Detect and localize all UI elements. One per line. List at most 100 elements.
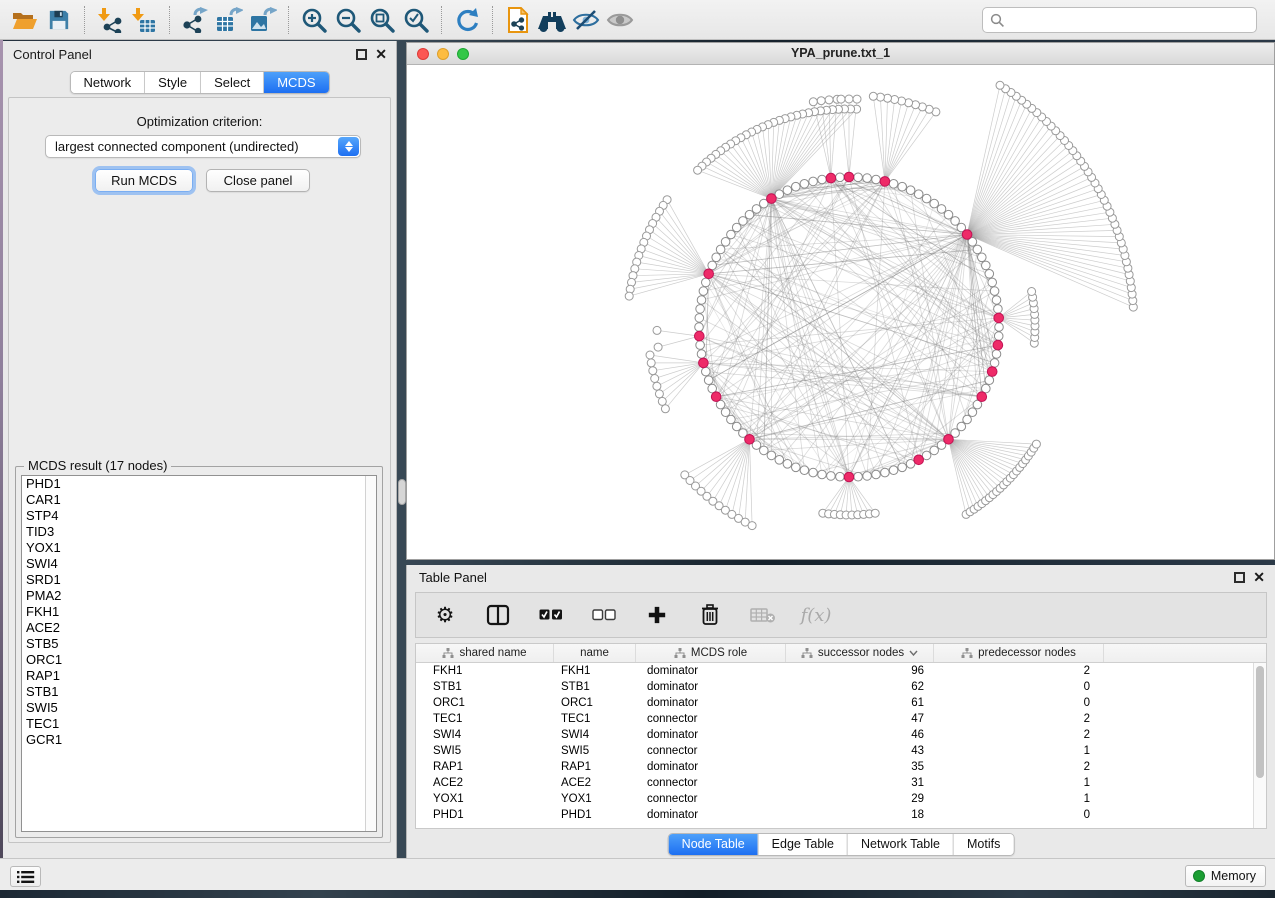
mcds-result-item[interactable]: SWI4 (22, 556, 376, 572)
mcds-result-item[interactable]: RAP1 (22, 668, 376, 684)
network-node[interactable] (854, 472, 863, 481)
table-cell[interactable]: STB1 (554, 679, 636, 695)
leaf-node[interactable] (694, 166, 702, 174)
table-cell[interactable]: 0 (934, 679, 1104, 695)
table-cell[interactable]: connector (636, 791, 786, 807)
table-cell[interactable]: YOX1 (554, 791, 636, 807)
mcds-hub-node[interactable] (914, 455, 924, 465)
mcds-hub-node[interactable] (844, 172, 854, 182)
mcds-hub-node[interactable] (880, 177, 890, 187)
leaf-node[interactable] (1032, 440, 1040, 448)
table-row[interactable]: STB1STB1dominator620 (416, 679, 1266, 695)
table-cell[interactable]: 1 (934, 791, 1104, 807)
leaf-node[interactable] (649, 367, 657, 375)
table-scrollbar[interactable] (1253, 663, 1266, 828)
table-cell[interactable]: 1 (934, 743, 1104, 759)
mcds-hub-node[interactable] (745, 435, 755, 445)
mcds-hub-node[interactable] (994, 313, 1004, 323)
table-cell[interactable]: 61 (786, 695, 934, 711)
mcds-result-item[interactable]: TEC1 (22, 716, 376, 732)
run-mcds-button[interactable]: Run MCDS (95, 169, 193, 192)
mcds-result-item[interactable]: TID3 (22, 524, 376, 540)
leaf-node[interactable] (809, 98, 817, 106)
mcds-result-item[interactable]: ACE2 (22, 620, 376, 636)
zoom-out-icon[interactable] (331, 4, 365, 36)
mcds-hub-node[interactable] (993, 340, 1003, 350)
leaf-node[interactable] (655, 390, 663, 398)
mcds-hub-node[interactable] (711, 392, 721, 402)
table-cell[interactable]: 0 (934, 807, 1104, 823)
network-node[interactable] (854, 173, 863, 182)
network-node[interactable] (863, 472, 872, 481)
network-canvas[interactable] (407, 65, 1274, 559)
network-node[interactable] (800, 180, 809, 189)
leaf-node[interactable] (825, 96, 833, 104)
table-scrollbar-thumb[interactable] (1256, 666, 1264, 778)
show-all-eye-icon[interactable] (603, 4, 637, 36)
network-node[interactable] (727, 415, 736, 424)
mcds-hub-node[interactable] (695, 331, 705, 341)
table-cell[interactable]: ORC1 (416, 695, 554, 711)
table-cell[interactable]: connector (636, 775, 786, 791)
table-cell[interactable]: 0 (934, 695, 1104, 711)
column-header-successor-nodes[interactable]: successor nodes (786, 644, 934, 662)
network-node[interactable] (985, 270, 994, 279)
mcds-result-item[interactable]: STP4 (22, 508, 376, 524)
network-node[interactable] (995, 323, 1004, 332)
network-node[interactable] (716, 245, 725, 254)
network-node[interactable] (930, 199, 939, 208)
table-cell[interactable]: YOX1 (416, 791, 554, 807)
mcds-result-item[interactable]: SRD1 (22, 572, 376, 588)
create-column-plus-icon[interactable] (644, 601, 670, 629)
leaf-node[interactable] (653, 382, 661, 390)
leaf-node[interactable] (871, 509, 879, 517)
network-node[interactable] (889, 180, 898, 189)
network-node[interactable] (697, 296, 706, 305)
mcds-result-item[interactable]: ORC1 (22, 652, 376, 668)
leaf-node[interactable] (651, 375, 659, 383)
network-node[interactable] (697, 350, 706, 359)
network-node[interactable] (957, 422, 966, 431)
mcds-result-item[interactable]: STB1 (22, 684, 376, 700)
leaf-node[interactable] (845, 95, 853, 103)
network-node[interactable] (988, 278, 997, 287)
mcds-hub-node[interactable] (704, 269, 714, 279)
zoom-fit-icon[interactable] (365, 4, 399, 36)
network-node[interactable] (767, 451, 776, 460)
network-node[interactable] (827, 472, 836, 481)
table-cell[interactable]: SWI4 (416, 727, 554, 743)
table-cell[interactable]: TEC1 (554, 711, 636, 727)
hide-selected-eye-icon[interactable] (569, 4, 603, 36)
table-cell[interactable]: FKH1 (416, 663, 554, 679)
network-node[interactable] (937, 205, 946, 214)
network-node[interactable] (990, 359, 999, 368)
mcds-hub-node[interactable] (699, 358, 709, 368)
table-cell[interactable]: dominator (636, 759, 786, 775)
save-session-icon[interactable] (42, 4, 76, 36)
mcds-hub-node[interactable] (987, 367, 997, 377)
mcds-hub-node[interactable] (826, 173, 836, 183)
table-cell[interactable]: 2 (934, 663, 1104, 679)
network-node[interactable] (982, 261, 991, 270)
float-window-icon[interactable] (1234, 572, 1245, 583)
network-node[interactable] (721, 238, 730, 247)
network-node[interactable] (914, 190, 923, 199)
import-network-icon[interactable] (93, 4, 127, 36)
mcds-result-item[interactable]: FKH1 (22, 604, 376, 620)
network-node[interactable] (872, 175, 881, 184)
table-cell[interactable]: dominator (636, 663, 786, 679)
network-node[interactable] (898, 182, 907, 191)
tab-motifs[interactable]: Motifs (953, 834, 1013, 855)
mcds-hub-node[interactable] (767, 194, 777, 204)
leaf-node[interactable] (837, 95, 845, 103)
network-node[interactable] (818, 175, 827, 184)
mcds-hub-node[interactable] (844, 472, 854, 482)
leaf-node[interactable] (625, 292, 633, 300)
export-network-icon[interactable] (178, 4, 212, 36)
table-cell[interactable]: SWI4 (554, 727, 636, 743)
table-cell[interactable]: dominator (636, 807, 786, 823)
network-node[interactable] (800, 466, 809, 475)
table-cell[interactable]: 47 (786, 711, 934, 727)
leaf-node[interactable] (658, 397, 666, 405)
task-history-button[interactable] (10, 866, 41, 887)
